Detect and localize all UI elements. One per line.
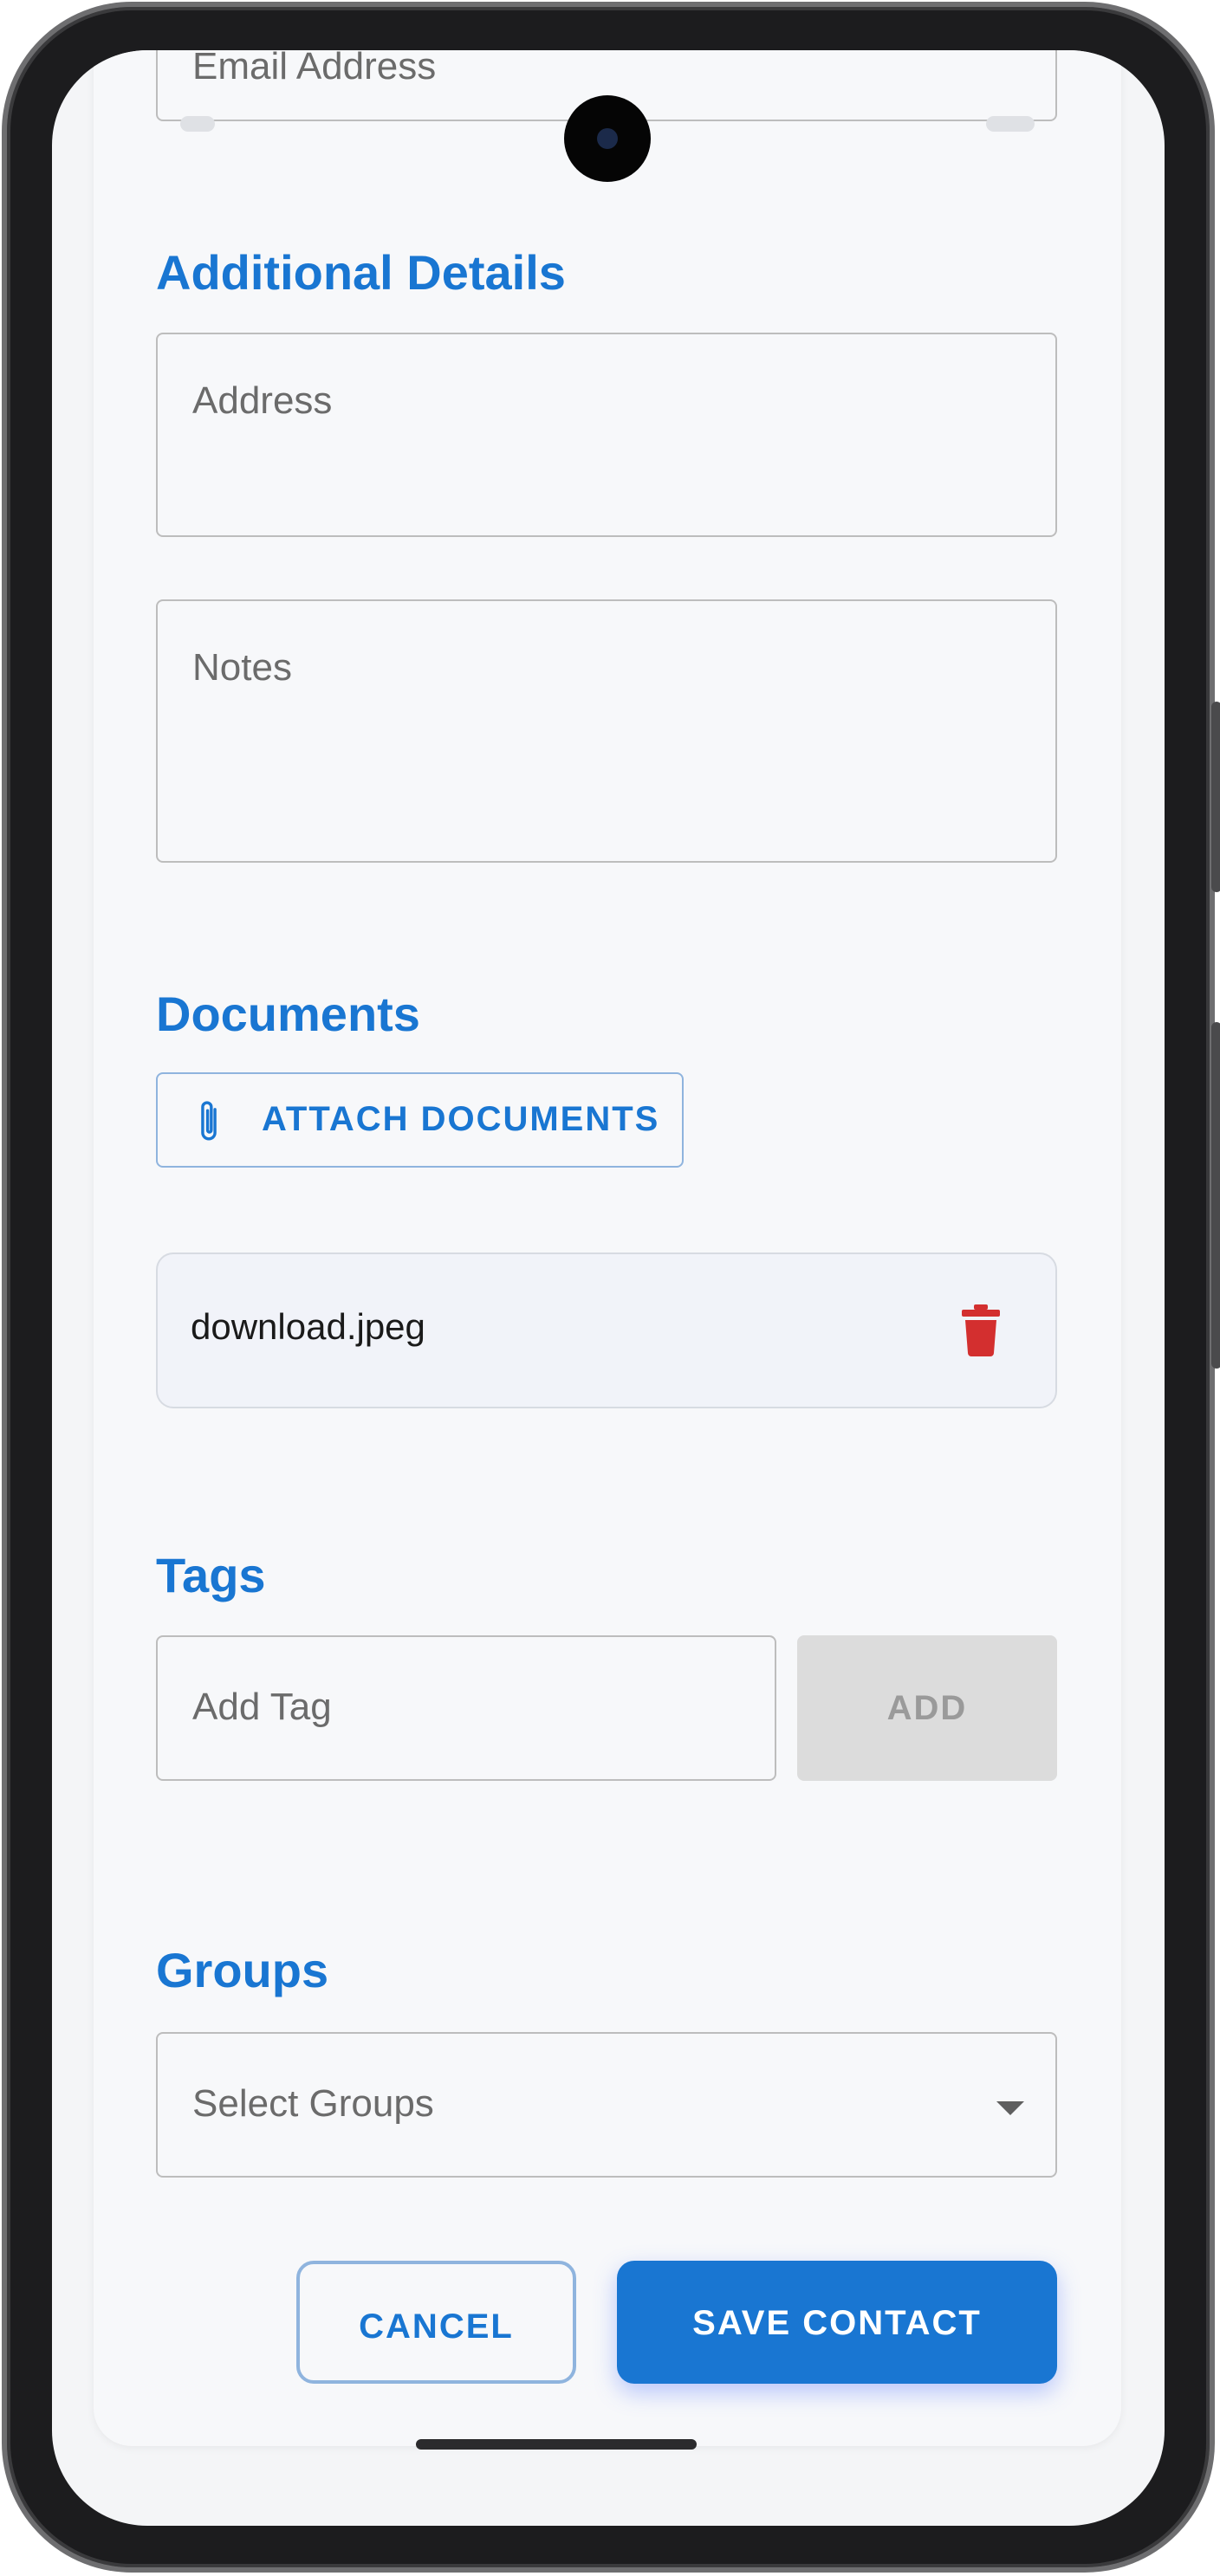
document-file-name: download.jpeg [191, 1306, 425, 1347]
status-bar-indicator [180, 116, 215, 132]
cancel-button[interactable]: CANCEL [296, 2261, 576, 2384]
front-camera [564, 95, 651, 182]
home-indicator[interactable] [416, 2439, 697, 2450]
additional-details-heading: Additional Details [156, 245, 566, 300]
address-field-placeholder: Address [192, 379, 333, 422]
attach-documents-button[interactable]: ATTACH DOCUMENTS [156, 1072, 684, 1168]
paperclip-icon [201, 1101, 217, 1141]
phone-screen: Email Address Additional Details Address… [52, 50, 1165, 2526]
cancel-button-label: CANCEL [359, 2307, 514, 2346]
trash-icon[interactable] [962, 1304, 1000, 1356]
add-tag-button-label: ADD [886, 1689, 968, 1727]
add-tag-input[interactable]: Add Tag [156, 1635, 776, 1781]
address-field[interactable]: Address [156, 333, 1057, 537]
save-contact-button[interactable]: SAVE CONTACT [617, 2261, 1057, 2384]
chevron-down-icon [996, 2101, 1024, 2115]
save-contact-button-label: SAVE CONTACT [692, 2304, 982, 2342]
email-field-placeholder: Email Address [192, 50, 437, 87]
document-list-item: download.jpeg [156, 1252, 1057, 1408]
phone-side-button [1211, 702, 1220, 892]
attach-documents-label: ATTACH DOCUMENTS [262, 1100, 660, 1138]
select-groups-placeholder: Select Groups [192, 2082, 434, 2125]
phone-side-button [1211, 1022, 1220, 1369]
add-tag-button[interactable]: ADD [797, 1635, 1057, 1781]
add-tag-placeholder: Add Tag [192, 1686, 332, 1728]
notes-field[interactable]: Notes [156, 599, 1057, 863]
groups-heading: Groups [156, 1943, 329, 1997]
tags-heading: Tags [156, 1548, 266, 1602]
documents-heading: Documents [156, 987, 420, 1041]
status-bar-indicator [986, 116, 1035, 132]
notes-field-placeholder: Notes [192, 646, 292, 689]
select-groups-dropdown[interactable]: Select Groups [156, 2032, 1057, 2178]
